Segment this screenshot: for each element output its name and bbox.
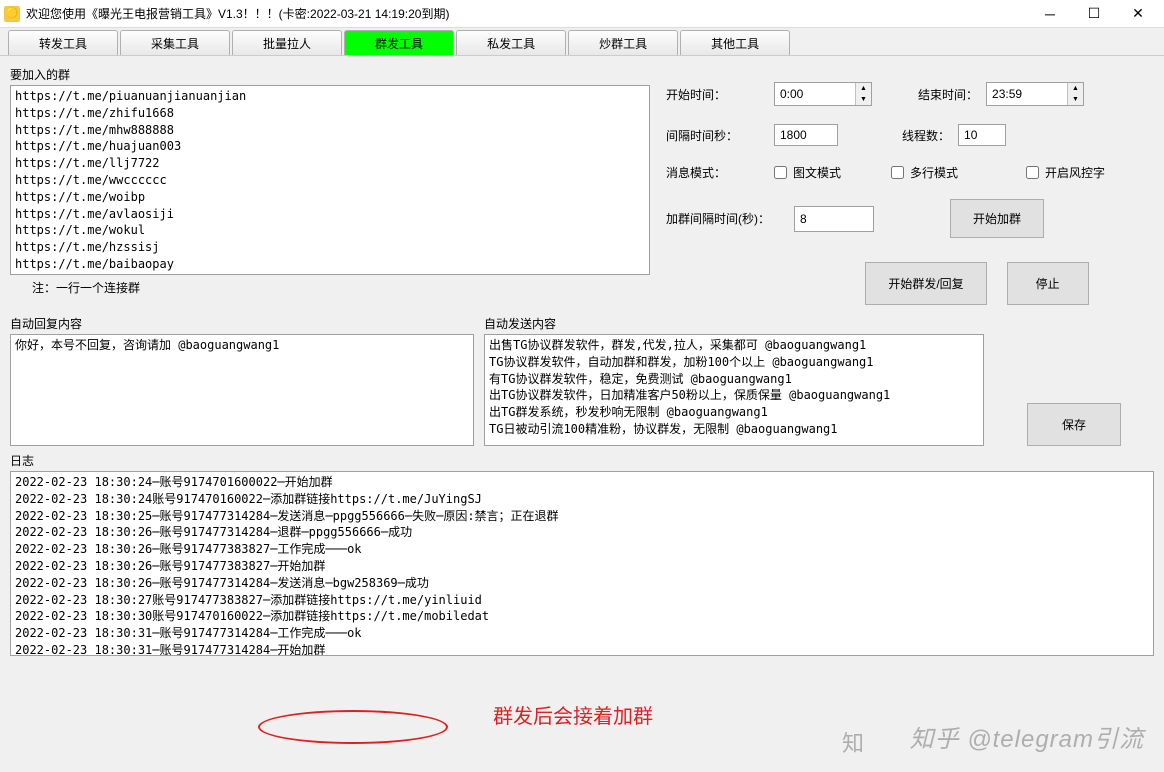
window-title: 欢迎您使用《曝光王电报营销工具》V1.3！！！(卡密:2022-03-21 14… bbox=[26, 5, 1028, 22]
interval-input[interactable] bbox=[774, 124, 838, 146]
note-label: 注：一行一个连接群 bbox=[10, 275, 650, 298]
groups-label: 要加入的群 bbox=[10, 66, 650, 83]
tab-private-send[interactable]: 私发工具 bbox=[456, 30, 566, 55]
group-links-input[interactable] bbox=[10, 85, 650, 275]
join-interval-input[interactable] bbox=[794, 206, 874, 232]
close-button[interactable]: ✕ bbox=[1116, 0, 1160, 28]
tab-other[interactable]: 其他工具 bbox=[680, 30, 790, 55]
interval-label: 间隔时间秒： bbox=[666, 127, 766, 144]
spin-down-icon[interactable]: ▼ bbox=[856, 94, 871, 105]
tab-forward[interactable]: 转发工具 bbox=[8, 30, 118, 55]
tab-collect[interactable]: 采集工具 bbox=[120, 30, 230, 55]
spin-up-icon[interactable]: ▲ bbox=[1068, 83, 1083, 94]
thread-input[interactable] bbox=[958, 124, 1006, 146]
join-interval-label: 加群间隔时间(秒)： bbox=[666, 210, 786, 227]
log-label: 日志 bbox=[10, 452, 1154, 469]
img-text-checkbox[interactable]: 图文模式 bbox=[774, 164, 841, 181]
log-output[interactable] bbox=[10, 471, 1154, 656]
start-time-input[interactable]: ▲▼ bbox=[774, 82, 872, 106]
tab-bar: 转发工具 采集工具 批量拉人 群发工具 私发工具 炒群工具 其他工具 bbox=[0, 28, 1164, 56]
thread-label: 线程数： bbox=[902, 127, 950, 144]
spin-up-icon[interactable]: ▲ bbox=[856, 83, 871, 94]
msg-mode-label: 消息模式： bbox=[666, 164, 766, 181]
start-mass-button[interactable]: 开始群发/回复 bbox=[865, 262, 986, 305]
maximize-button[interactable]: ☐ bbox=[1072, 0, 1116, 28]
start-time-label: 开始时间： bbox=[666, 86, 766, 103]
end-time-input[interactable]: ▲▼ bbox=[986, 82, 1084, 106]
save-button[interactable]: 保存 bbox=[1027, 403, 1121, 446]
tab-batch-add[interactable]: 批量拉人 bbox=[232, 30, 342, 55]
start-join-button[interactable]: 开始加群 bbox=[950, 199, 1044, 238]
minimize-button[interactable]: ─ bbox=[1028, 0, 1072, 28]
tab-hype[interactable]: 炒群工具 bbox=[568, 30, 678, 55]
auto-send-input[interactable] bbox=[484, 334, 984, 446]
end-time-label: 结束时间： bbox=[918, 86, 978, 103]
auto-send-label: 自动发送内容 bbox=[484, 315, 984, 332]
auto-reply-label: 自动回复内容 bbox=[10, 315, 474, 332]
multiline-checkbox[interactable]: 多行模式 bbox=[891, 164, 958, 181]
auto-reply-input[interactable] bbox=[10, 334, 474, 446]
app-icon: 🟡 bbox=[4, 6, 20, 22]
spin-down-icon[interactable]: ▼ bbox=[1068, 94, 1083, 105]
tab-mass-send[interactable]: 群发工具 bbox=[344, 30, 454, 55]
wind-checkbox[interactable]: 开启风控字 bbox=[1026, 164, 1105, 181]
stop-button[interactable]: 停止 bbox=[1007, 262, 1089, 305]
titlebar: 🟡 欢迎您使用《曝光王电报营销工具》V1.3！！！(卡密:2022-03-21 … bbox=[0, 0, 1164, 28]
